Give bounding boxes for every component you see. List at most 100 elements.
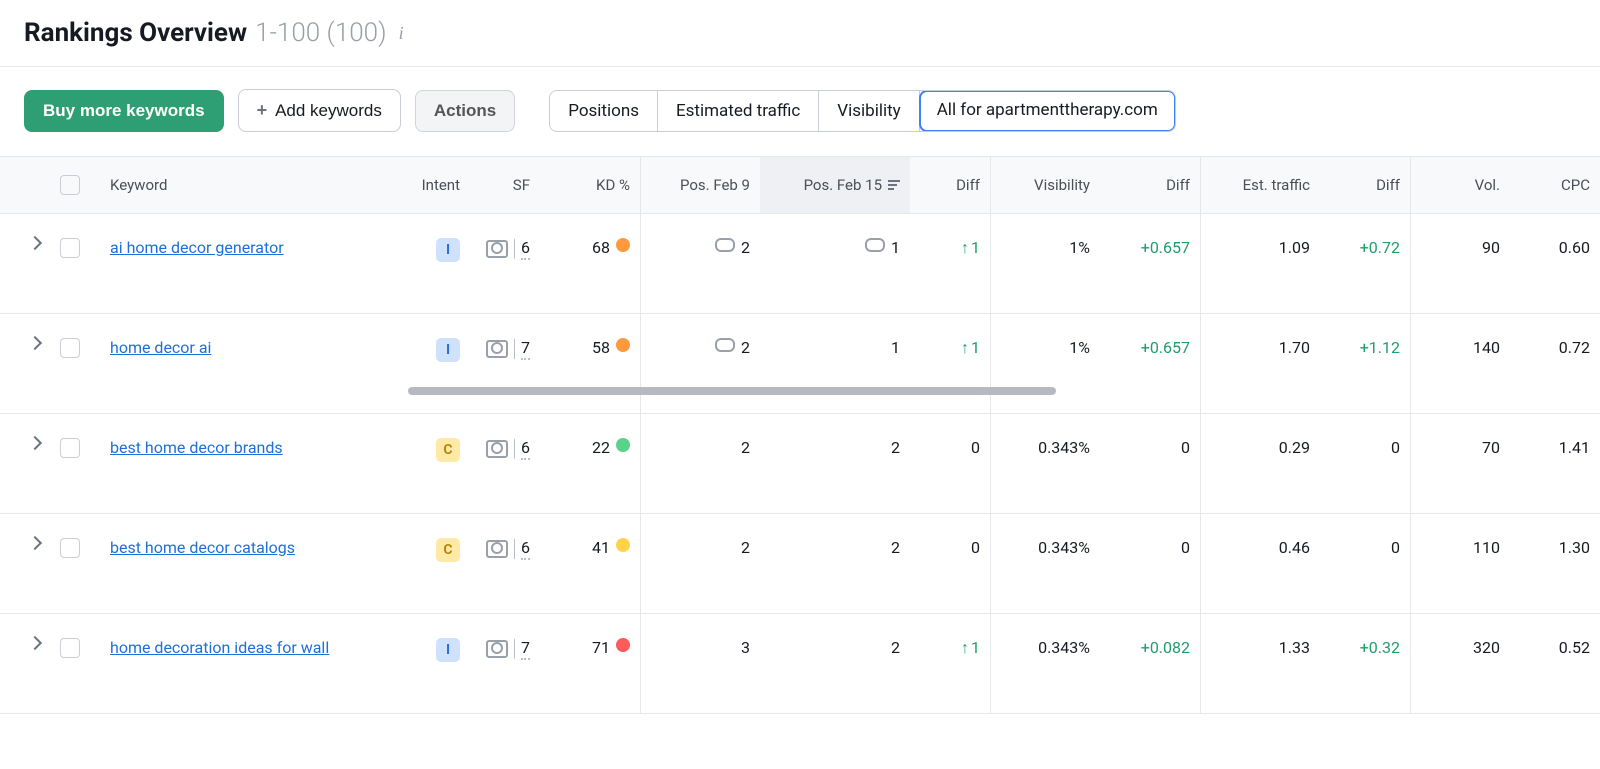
keyword-link[interactable]: home decor ai bbox=[110, 338, 211, 357]
expand-cell[interactable] bbox=[0, 314, 50, 413]
horizontal-scrollbar[interactable] bbox=[408, 387, 1056, 395]
th-pos-feb15[interactable]: Pos. Feb 15 bbox=[760, 157, 910, 213]
chevron-right-icon bbox=[28, 336, 42, 350]
visibility-cell: 0.343% bbox=[990, 514, 1100, 613]
th-visibility[interactable]: Visibility bbox=[990, 157, 1100, 213]
th-vol[interactable]: Vol. bbox=[1410, 157, 1510, 213]
th-keyword[interactable]: Keyword bbox=[100, 157, 390, 213]
diff-zero: 0 bbox=[971, 538, 980, 557]
row-checkbox[interactable] bbox=[60, 438, 80, 458]
est-diff-up: +0.32 bbox=[1360, 638, 1400, 657]
chevron-right-icon bbox=[28, 636, 42, 650]
visibility-cell: 1% bbox=[990, 214, 1100, 313]
sf-cell[interactable]: 7 bbox=[470, 314, 540, 413]
vol-value: 140 bbox=[1473, 338, 1500, 357]
visibility-value: 0.343% bbox=[1038, 638, 1090, 657]
row-checkbox[interactable] bbox=[60, 338, 80, 358]
table-row: best home decor catalogs C 6 41 2 2 0 0.… bbox=[0, 514, 1600, 614]
link-icon bbox=[715, 238, 735, 250]
sf-cell[interactable]: 6 bbox=[470, 514, 540, 613]
th-sf[interactable]: SF bbox=[470, 157, 540, 213]
table-row: home decoration ideas for wall I 7 71 3 … bbox=[0, 614, 1600, 714]
pos-feb15-cell: 1 bbox=[760, 314, 910, 413]
cpc-cell: 0.52 bbox=[1510, 614, 1600, 713]
add-keywords-button[interactable]: +Add keywords bbox=[238, 89, 401, 132]
keyword-link[interactable]: best home decor brands bbox=[110, 438, 283, 457]
pos1-value: 2 bbox=[741, 338, 750, 357]
pos1-value: 2 bbox=[741, 238, 750, 257]
buy-keywords-button[interactable]: Buy more keywords bbox=[24, 90, 224, 132]
vol-value: 110 bbox=[1473, 538, 1500, 557]
vol-cell: 140 bbox=[1410, 314, 1510, 413]
pos1-value: 2 bbox=[741, 538, 750, 557]
th-est-traffic[interactable]: Est. traffic bbox=[1200, 157, 1320, 213]
actions-button[interactable]: Actions bbox=[415, 90, 515, 132]
serp-features-icon bbox=[486, 240, 508, 258]
tab-positions[interactable]: Positions bbox=[550, 91, 658, 131]
intent-badge: I bbox=[436, 238, 460, 262]
keyword-cell: home decor ai bbox=[100, 314, 390, 413]
est-value: 1.70 bbox=[1279, 338, 1310, 357]
th-diff-pos[interactable]: Diff bbox=[910, 157, 990, 213]
tab-all-domain[interactable]: All for apartmenttherapy.com bbox=[919, 90, 1176, 132]
row-checkbox[interactable] bbox=[60, 238, 80, 258]
th-intent[interactable]: Intent bbox=[390, 157, 470, 213]
keyword-link[interactable]: home decoration ideas for wall bbox=[110, 638, 329, 657]
keyword-link[interactable]: best home decor catalogs bbox=[110, 538, 295, 557]
row-checkbox[interactable] bbox=[60, 538, 80, 558]
th-visibility-label: Visibility bbox=[1034, 176, 1090, 194]
cpc-value: 0.72 bbox=[1559, 338, 1590, 357]
diff-pos-cell: 0 bbox=[910, 514, 990, 613]
sf-cell[interactable]: 6 bbox=[470, 214, 540, 313]
expand-cell[interactable] bbox=[0, 414, 50, 513]
select-all-checkbox[interactable] bbox=[60, 175, 80, 195]
tab-visibility[interactable]: Visibility bbox=[819, 91, 919, 131]
expand-cell[interactable] bbox=[0, 514, 50, 613]
pos2-value: 1 bbox=[891, 238, 900, 257]
th-checkbox bbox=[50, 157, 100, 213]
diff-pos-cell: 0 bbox=[910, 414, 990, 513]
est-traffic-cell: 0.29 bbox=[1200, 414, 1320, 513]
th-cpc[interactable]: CPC bbox=[1510, 157, 1600, 213]
toolbar: Buy more keywords +Add keywords Actions … bbox=[0, 67, 1600, 142]
th-kd[interactable]: KD % bbox=[540, 157, 640, 213]
table-row: best home decor brands C 6 22 2 2 0 0.34… bbox=[0, 414, 1600, 514]
th-diff-est[interactable]: Diff bbox=[1320, 157, 1410, 213]
est-diff-cell: 0 bbox=[1320, 414, 1410, 513]
th-pos-feb9[interactable]: Pos. Feb 9 bbox=[640, 157, 760, 213]
pos1-value: 3 bbox=[741, 638, 750, 657]
tab-estimated-traffic[interactable]: Estimated traffic bbox=[658, 91, 819, 131]
checkbox-cell bbox=[50, 614, 100, 713]
row-checkbox[interactable] bbox=[60, 638, 80, 658]
diff-pos-cell: 1 bbox=[910, 614, 990, 713]
est-diff-cell: +1.12 bbox=[1320, 314, 1410, 413]
cpc-value: 0.60 bbox=[1559, 238, 1590, 257]
th-diff-vis[interactable]: Diff bbox=[1100, 157, 1200, 213]
kd-dot-icon bbox=[616, 238, 630, 252]
vis-diff-up: +0.657 bbox=[1141, 338, 1190, 357]
sf-count: 6 bbox=[521, 238, 530, 260]
est-traffic-cell: 1.09 bbox=[1200, 214, 1320, 313]
kd-cell: 68 bbox=[540, 214, 640, 313]
visibility-cell: 1% bbox=[990, 314, 1100, 413]
visibility-value: 0.343% bbox=[1038, 538, 1090, 557]
th-keyword-label: Keyword bbox=[110, 176, 167, 194]
sf-count: 7 bbox=[521, 338, 530, 360]
sf-cell[interactable]: 7 bbox=[470, 614, 540, 713]
sf-cell[interactable]: 6 bbox=[470, 414, 540, 513]
expand-cell[interactable] bbox=[0, 214, 50, 313]
cpc-value: 1.30 bbox=[1559, 538, 1590, 557]
serp-features-icon bbox=[486, 540, 508, 558]
keyword-link[interactable]: ai home decor generator bbox=[110, 238, 284, 257]
vol-value: 90 bbox=[1482, 238, 1500, 257]
pos-feb15-cell: 2 bbox=[760, 514, 910, 613]
vol-cell: 110 bbox=[1410, 514, 1510, 613]
th-pos2-label: Pos. Feb 15 bbox=[804, 176, 882, 194]
vis-diff-up: +0.657 bbox=[1141, 238, 1190, 257]
table-body: ai home decor generator I 6 68 2 1 1 1% … bbox=[0, 214, 1600, 714]
vis-diff: 0 bbox=[1181, 538, 1190, 557]
est-diff: 0 bbox=[1391, 438, 1400, 457]
expand-cell[interactable] bbox=[0, 614, 50, 713]
diff-up: 1 bbox=[961, 338, 980, 358]
info-icon[interactable]: i bbox=[399, 23, 404, 44]
